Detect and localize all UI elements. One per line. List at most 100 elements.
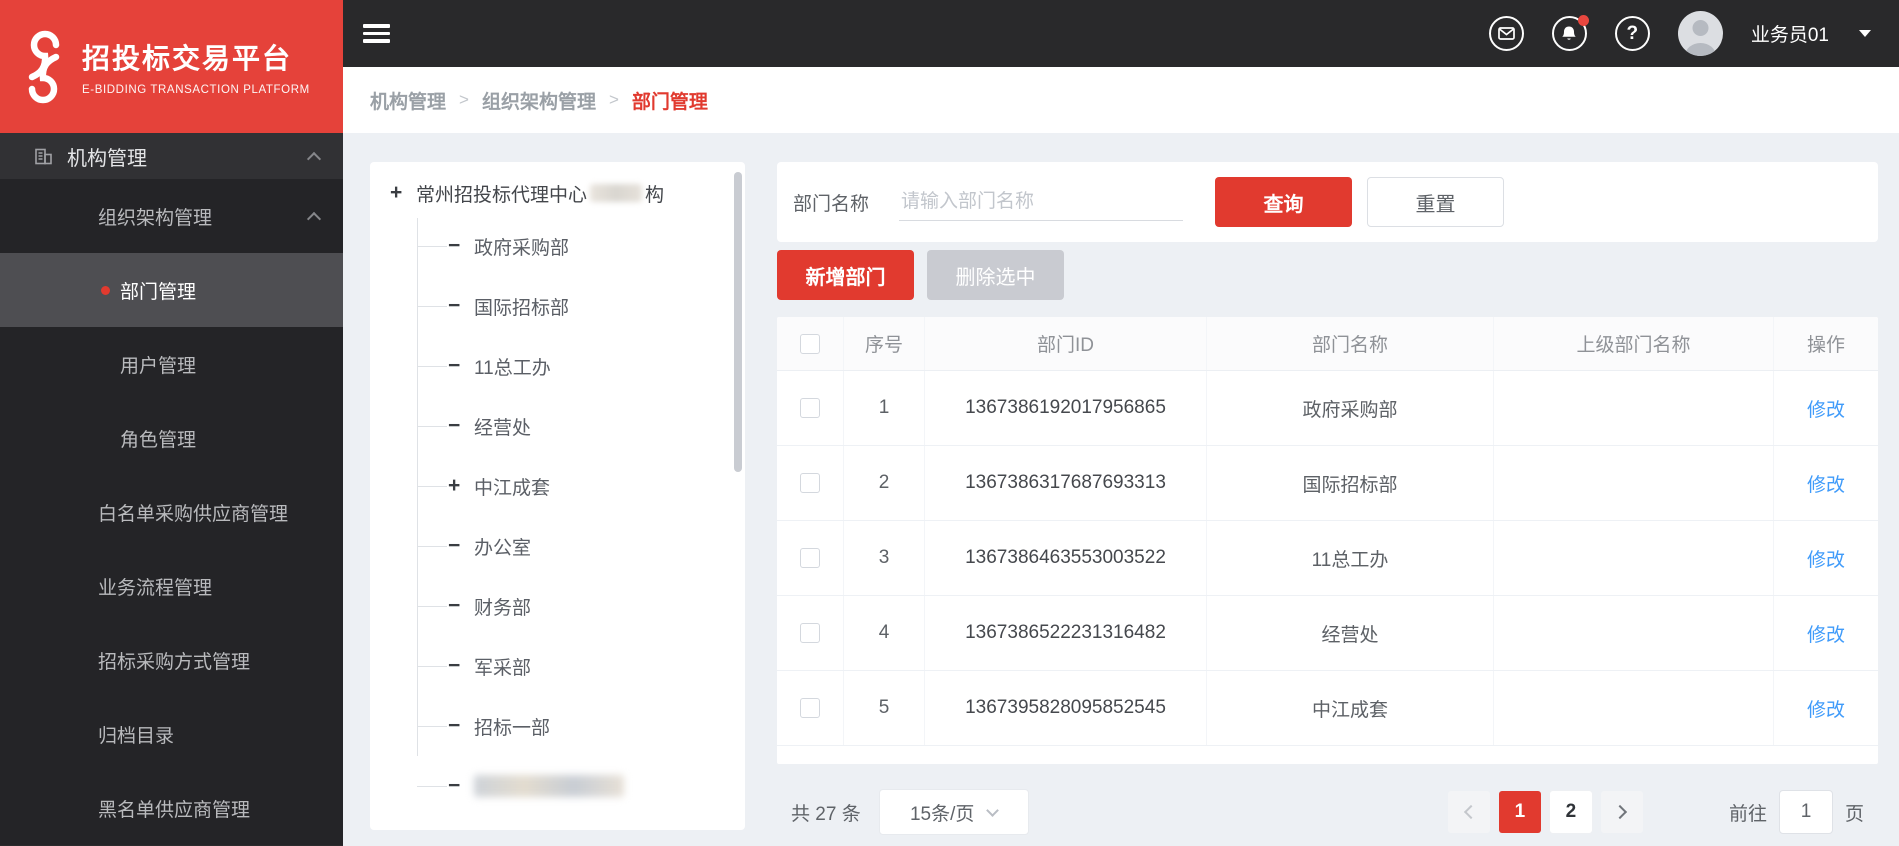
tree-node-label: 财务部: [474, 597, 532, 619]
tree-node-label: 办公室: [474, 537, 532, 559]
row-checkbox[interactable]: [800, 398, 820, 418]
breadcrumb-separator: >: [459, 90, 469, 109]
sidebar-item-label: 角色管理: [120, 429, 197, 451]
tree-node[interactable]: − 政府采购部: [370, 216, 745, 276]
logo-mark-icon: [28, 30, 60, 103]
tree-collapse-icon[interactable]: −: [448, 774, 474, 798]
notification-bell-icon[interactable]: [1551, 15, 1589, 51]
tree-expand-icon[interactable]: +: [448, 474, 474, 498]
tree-node[interactable]: −: [370, 756, 745, 816]
sidebar-item-department-mgmt[interactable]: 部门管理: [0, 253, 343, 327]
app-logo[interactable]: 招投标交易平台 E-BIDDING TRANSACTION PLATFORM: [0, 0, 343, 133]
tree-node[interactable]: −11总工办: [370, 336, 745, 396]
prev-page-button[interactable]: [1447, 791, 1490, 833]
message-icon[interactable]: [1488, 16, 1524, 51]
sidebar-item-blacklist-supplier-mgmt[interactable]: 黑名单供应商管理: [0, 771, 343, 845]
column-header: 序号: [844, 317, 925, 370]
page-button-1[interactable]: 1: [1498, 791, 1541, 833]
column-header: 上级部门名称: [1494, 317, 1774, 370]
dept-name-cell: 政府采购部: [1207, 371, 1494, 445]
sidebar-item-label: 用户管理: [120, 355, 197, 377]
hamburger-menu-icon[interactable]: [363, 24, 390, 43]
caret-down-icon[interactable]: [1859, 30, 1871, 37]
page-button-2[interactable]: 2: [1549, 791, 1592, 833]
row-checkbox[interactable]: [800, 548, 820, 568]
goto-page-input[interactable]: [1778, 790, 1833, 834]
select-all-checkbox[interactable]: [800, 333, 820, 354]
add-department-button[interactable]: 新增部门: [777, 250, 914, 300]
sidebar-item-business-process-mgmt[interactable]: 业务流程管理: [0, 549, 343, 623]
row-index: 1: [844, 371, 925, 445]
tree-scrollbar-thumb[interactable]: [734, 172, 742, 472]
sidebar-item-bidding-method-mgmt[interactable]: 招标采购方式管理: [0, 623, 343, 697]
tree-node-label: 11总工办: [474, 357, 551, 379]
tree-node[interactable]: − 国际招标部: [370, 276, 745, 336]
tree-collapse-icon[interactable]: −: [448, 354, 474, 378]
tree-node[interactable]: − 招标一部: [370, 696, 745, 756]
page-size-select[interactable]: 15条/页: [878, 789, 1029, 835]
goto-suffix: 页: [1844, 803, 1864, 825]
avatar[interactable]: [1677, 11, 1723, 56]
sidebar-item-label: 归档目录: [98, 725, 175, 747]
tree-node[interactable]: − 军采部: [370, 636, 745, 696]
breadcrumb-item[interactable]: 机构管理: [370, 87, 446, 114]
dept-id-cell: 1367395828095852545: [925, 671, 1207, 745]
tree-collapse-icon[interactable]: −: [448, 294, 474, 318]
next-page-button[interactable]: [1600, 791, 1643, 833]
tree-collapse-icon[interactable]: −: [448, 594, 474, 618]
edit-link[interactable]: 修改: [1807, 470, 1845, 497]
tree-collapse-icon[interactable]: −: [448, 654, 474, 678]
redacted-blur: [590, 184, 643, 202]
search-panel: 部门名称 查询 重置: [777, 162, 1878, 242]
column-header: 部门ID: [925, 317, 1207, 370]
sidebar-item-label: 黑名单供应商管理: [98, 799, 251, 821]
pagination-bar: 共 27 条 15条/页 1 2 前往 页: [777, 786, 1878, 838]
tree-collapse-icon[interactable]: −: [448, 234, 474, 258]
topbar: ? 业务员01: [343, 0, 1899, 67]
department-name-input[interactable]: [899, 183, 1184, 221]
tree-expand-icon[interactable]: +: [390, 181, 416, 205]
tree-root-label-suffix: 构: [645, 184, 665, 206]
tree-collapse-icon[interactable]: −: [448, 714, 474, 738]
dept-id-cell: 1367386522231316482: [925, 596, 1207, 670]
delete-selected-button[interactable]: 删除选中: [927, 250, 1064, 300]
breadcrumb-item[interactable]: 组织架构管理: [482, 87, 596, 114]
sidebar-item-user-mgmt[interactable]: 用户管理: [0, 327, 343, 401]
edit-link[interactable]: 修改: [1807, 695, 1845, 722]
user-menu[interactable]: 业务员01: [1751, 20, 1829, 47]
edit-link[interactable]: 修改: [1807, 620, 1845, 647]
row-checkbox[interactable]: [800, 623, 820, 643]
row-index: 2: [844, 446, 925, 520]
sidebar-item-label: 业务流程管理: [98, 577, 213, 599]
tree-collapse-icon[interactable]: −: [448, 414, 474, 438]
sidebar-item-org-structure-mgmt[interactable]: 组织架构管理: [0, 179, 343, 253]
column-header: 操作: [1806, 335, 1845, 356]
tree-node-label: 政府采购部: [474, 237, 570, 259]
sidebar-item-whitelist-supplier-mgmt[interactable]: 白名单采购供应商管理: [0, 475, 343, 549]
parent-dept-cell: [1494, 671, 1774, 745]
row-index: 4: [844, 596, 925, 670]
help-icon[interactable]: ?: [1614, 16, 1650, 51]
edit-link[interactable]: 修改: [1807, 545, 1845, 572]
sidebar-item-label: 机构管理: [67, 147, 147, 170]
sidebar-item-role-mgmt[interactable]: 角色管理: [0, 401, 343, 475]
tree-node-label: 经营处: [474, 417, 532, 439]
tree-collapse-icon[interactable]: −: [448, 534, 474, 558]
reset-button[interactable]: 重置: [1367, 177, 1505, 227]
sidebar-item-institution-mgmt[interactable]: 机构管理: [0, 133, 343, 179]
sidebar-item-archive-catalog[interactable]: 归档目录: [0, 697, 343, 771]
row-checkbox[interactable]: [800, 473, 820, 493]
tree-root-label-prefix: 常州招投标代理中心: [416, 184, 588, 206]
tree-node[interactable]: + 中江成套: [370, 456, 745, 516]
tree-root-node[interactable]: + 常州招投标代理中心 构: [370, 170, 745, 216]
query-button[interactable]: 查询: [1215, 177, 1353, 227]
sidebar-item-label: 招标采购方式管理: [98, 651, 251, 673]
row-checkbox[interactable]: [800, 698, 820, 718]
tree-node[interactable]: − 办公室: [370, 516, 745, 576]
tree-node[interactable]: − 财务部: [370, 576, 745, 636]
table-row: 3 1367386463553003522 11总工办 修改: [777, 521, 1878, 596]
table-row: 1 1367386192017956865 政府采购部 修改: [777, 371, 1878, 446]
table-row: 2 1367386317687693313 国际招标部 修改: [777, 446, 1878, 521]
edit-link[interactable]: 修改: [1807, 395, 1845, 422]
tree-node[interactable]: − 经营处: [370, 396, 745, 456]
